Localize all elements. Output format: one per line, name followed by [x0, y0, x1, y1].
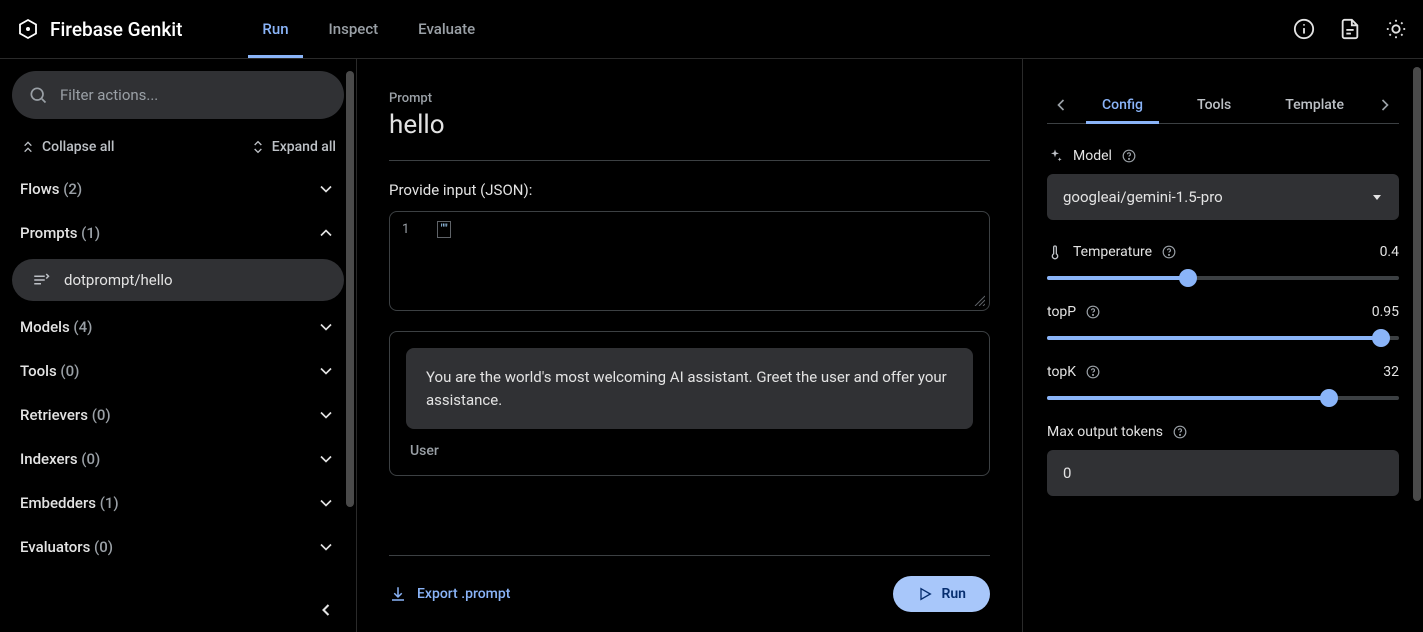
message-card: You are the world's most welcoming AI as…: [389, 331, 990, 476]
collapse-all-button[interactable]: Collapse all: [20, 139, 115, 155]
logo-block: Firebase Genkit: [16, 17, 182, 41]
expand-all-button[interactable]: Expand all: [250, 139, 336, 155]
header: Firebase Genkit Run Inspect Evaluate: [0, 0, 1423, 59]
category-models[interactable]: Models (4): [12, 305, 344, 349]
run-button[interactable]: Run: [893, 576, 990, 612]
category-evaluators[interactable]: Evaluators (0): [12, 525, 344, 569]
category-prompts[interactable]: Prompts (1): [12, 211, 344, 255]
breadcrumb: Prompt: [389, 91, 432, 106]
sidebar-collapse-button[interactable]: [316, 600, 336, 620]
search-input[interactable]: [60, 86, 328, 104]
chevron-down-icon: [316, 449, 336, 469]
role-label: User: [406, 443, 973, 459]
config-panel: Config Tools Template Model google: [1023, 59, 1423, 632]
document-icon[interactable]: [1339, 18, 1361, 40]
divider: [389, 160, 990, 161]
chevron-down-icon: [316, 493, 336, 513]
sidebar-item-dotprompt-hello[interactable]: dotprompt/hello: [12, 259, 344, 301]
play-icon: [917, 586, 933, 602]
category-embedders[interactable]: Embedders (1): [12, 481, 344, 525]
chevron-down-icon: [316, 537, 336, 557]
dropdown-arrow-icon: [1371, 191, 1383, 203]
help-icon[interactable]: [1086, 305, 1100, 319]
download-icon: [389, 585, 407, 603]
json-input[interactable]: 1 "": [389, 211, 990, 311]
app-title: Firebase Genkit: [50, 18, 182, 41]
topp-value: 0.95: [1372, 304, 1399, 320]
tab-config[interactable]: Config: [1086, 87, 1159, 123]
expand-icon: [250, 139, 266, 155]
topk-slider[interactable]: [1047, 396, 1399, 400]
system-message: You are the world's most welcoming AI as…: [406, 348, 973, 429]
search-icon: [28, 85, 48, 105]
thermometer-icon: [1047, 244, 1063, 260]
sparkle-icon: [1047, 148, 1063, 164]
help-icon[interactable]: [1122, 149, 1136, 163]
model-select[interactable]: googleai/gemini-1.5-pro: [1047, 174, 1399, 220]
category-flows[interactable]: Flows (2): [12, 167, 344, 211]
input-label: Provide input (JSON):: [389, 181, 990, 199]
tab-evaluate[interactable]: Evaluate: [418, 0, 475, 58]
category-tools[interactable]: Tools (0): [12, 349, 344, 393]
right-scrollbar[interactable]: [1413, 67, 1421, 624]
tab-inspect[interactable]: Inspect: [329, 0, 379, 58]
chevron-down-icon: [316, 179, 336, 199]
prompt-item-icon: [32, 271, 50, 289]
chevron-down-icon: [316, 361, 336, 381]
category-indexers[interactable]: Indexers (0): [12, 437, 344, 481]
temperature-slider[interactable]: [1047, 276, 1399, 280]
tab-template[interactable]: Template: [1269, 87, 1360, 123]
tab-run[interactable]: Run: [262, 0, 288, 58]
search-input-wrapper[interactable]: [12, 71, 344, 119]
theme-toggle-icon[interactable]: [1385, 18, 1407, 40]
export-prompt-button[interactable]: Export .prompt: [389, 585, 510, 603]
tabs-prev-button[interactable]: [1047, 91, 1075, 119]
chevron-down-icon: [316, 405, 336, 425]
info-icon[interactable]: [1293, 18, 1315, 40]
genkit-logo-icon: [16, 17, 40, 41]
sidebar: Collapse all Expand all Flows (2) Prompt…: [0, 59, 356, 632]
chevron-up-icon: [316, 223, 336, 243]
collapse-icon: [20, 139, 36, 155]
main-panel: Prompt hello Provide input (JSON): 1 "" …: [356, 59, 1023, 632]
temperature-value: 0.4: [1380, 244, 1399, 260]
sidebar-item-label: dotprompt/hello: [64, 271, 173, 289]
chevron-down-icon: [316, 317, 336, 337]
tabs-next-button[interactable]: [1371, 91, 1399, 119]
sidebar-scrollbar[interactable]: [344, 71, 356, 584]
resize-handle-icon[interactable]: [973, 294, 985, 306]
max-tokens-input[interactable]: [1047, 450, 1399, 496]
help-icon[interactable]: [1162, 245, 1176, 259]
tab-tools[interactable]: Tools: [1181, 87, 1247, 123]
topk-value: 32: [1383, 364, 1399, 380]
topp-slider[interactable]: [1047, 336, 1399, 340]
page-title: hello: [389, 110, 990, 140]
category-retrievers[interactable]: Retrievers (0): [12, 393, 344, 437]
help-icon[interactable]: [1086, 365, 1100, 379]
help-icon[interactable]: [1173, 425, 1187, 439]
